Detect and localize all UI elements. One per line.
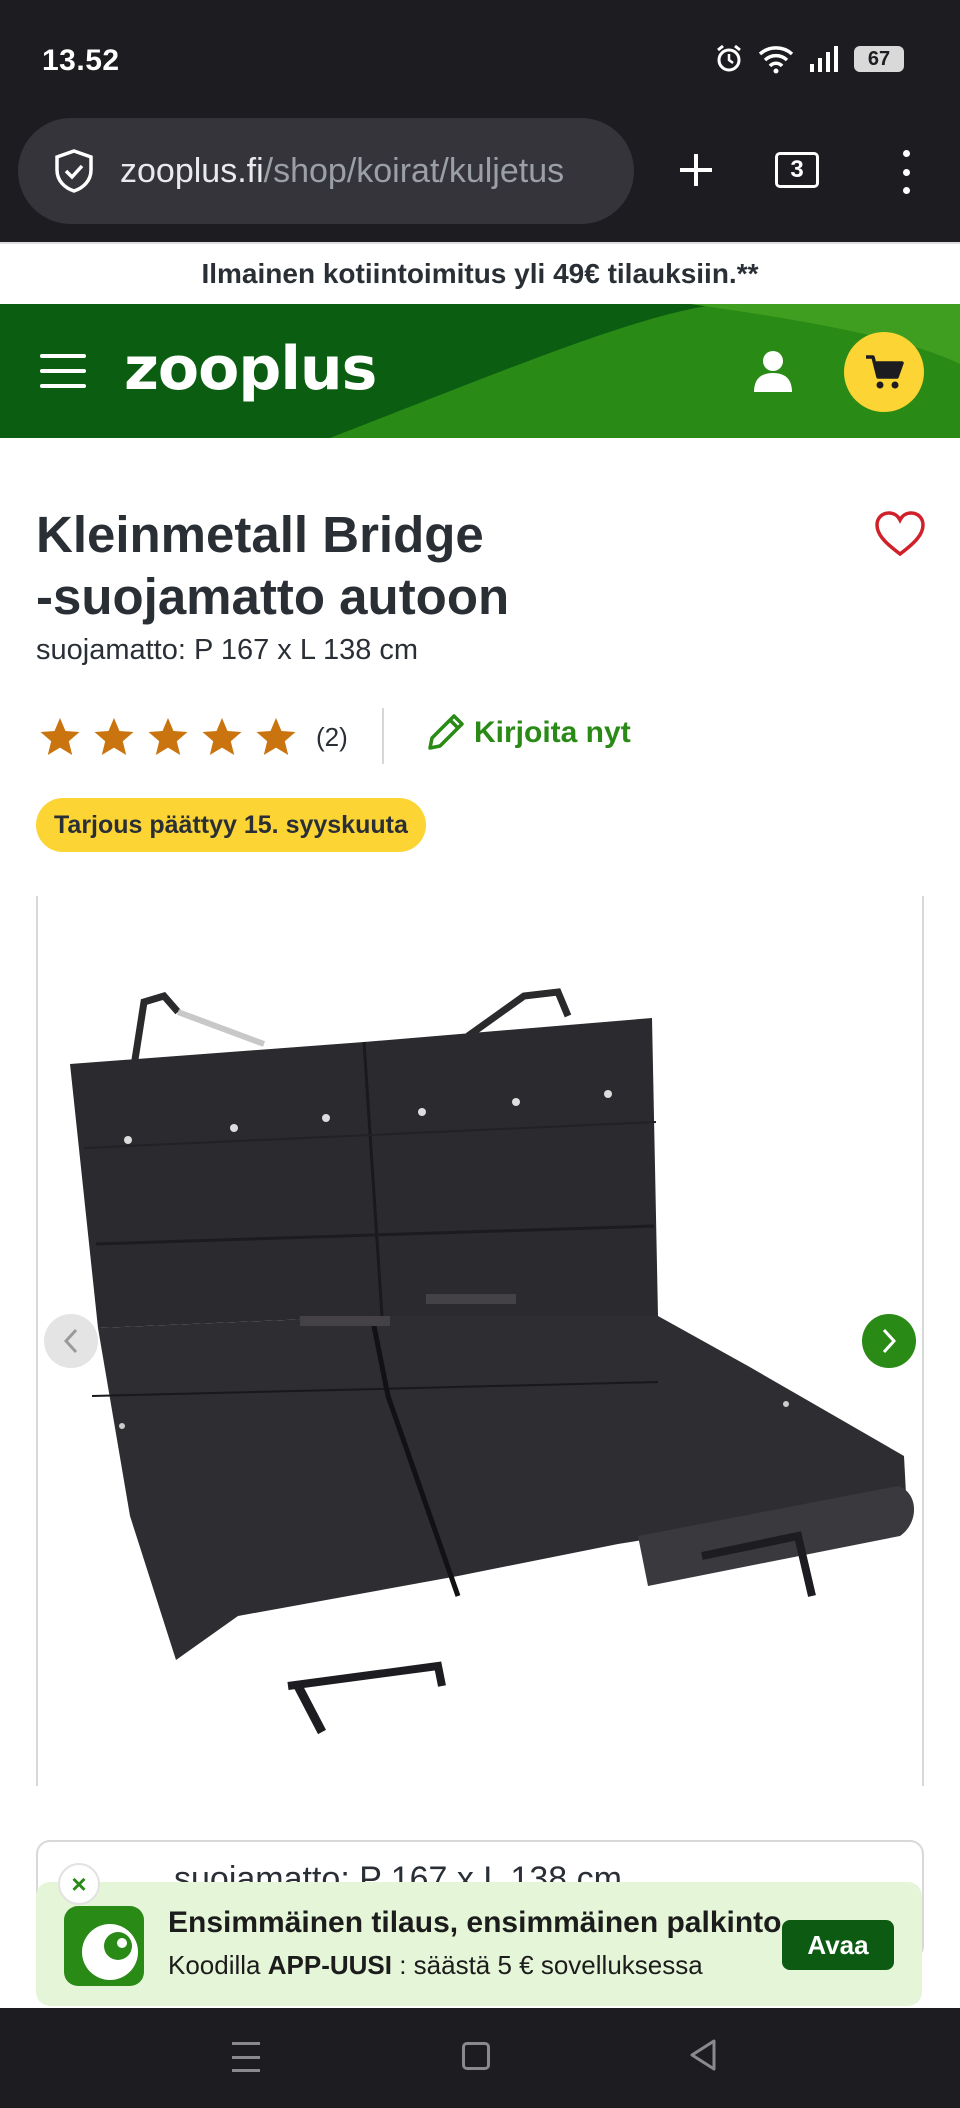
write-review-link[interactable]: Kirjoita nyt	[422, 710, 631, 756]
app-promo-banner[interactable]: Ensimmäinen tilaus, ensimmäinen palkinto…	[36, 1882, 922, 2006]
url-path: /shop/koirat/kuljetus	[263, 151, 565, 190]
user-icon[interactable]	[748, 346, 798, 396]
offer-ends-badge: Tarjous päättyy 15. syyskuuta	[36, 798, 426, 852]
zooplus-logo[interactable]: zooplus	[124, 334, 377, 404]
star-icon	[40, 718, 80, 755]
status-icons: 67	[714, 44, 904, 74]
star-icon	[202, 718, 242, 755]
product-image-gallery[interactable]	[36, 896, 924, 1786]
rating-divider	[382, 708, 384, 764]
wifi-icon	[758, 46, 794, 74]
app-banner-desc-suffix: : säästä 5 € sovelluksessa	[391, 1950, 703, 1980]
product-rating[interactable]: (2)	[38, 712, 348, 762]
cart-icon	[866, 355, 904, 389]
open-app-button[interactable]: Avaa	[782, 1920, 894, 1970]
chevron-right-icon	[882, 1328, 897, 1354]
address-bar[interactable]: zooplus.fi/shop/koirat/kuljetus	[18, 118, 634, 224]
product-image[interactable]	[38, 896, 924, 1786]
url-text[interactable]: zooplus.fi/shop/koirat/kuljetus	[120, 152, 564, 191]
star-icon	[94, 718, 134, 755]
product-title: Kleinmetall Bridge -suojamatto autoon	[36, 504, 656, 628]
battery-indicator: 67	[854, 46, 904, 72]
free-delivery-banner[interactable]: Ilmainen kotiintoimitus yli 49€ tilauksi…	[0, 242, 960, 304]
tabs-button[interactable]: 3	[775, 152, 819, 188]
product-variant-subtitle: suojamatto: P 167 x L 138 cm	[36, 634, 419, 666]
home-icon[interactable]	[462, 2042, 490, 2070]
app-banner-desc-prefix: Koodilla	[168, 1950, 268, 1980]
close-icon[interactable]: ×	[58, 1863, 100, 1905]
write-review-label: Kirjoita nyt	[474, 716, 631, 749]
star-icon	[256, 718, 296, 755]
review-count[interactable]: (2)	[316, 722, 348, 753]
new-tab-button[interactable]	[666, 140, 726, 200]
more-icon[interactable]	[886, 144, 926, 200]
gallery-prev-button[interactable]	[44, 1314, 98, 1368]
menu-icon[interactable]	[40, 354, 86, 388]
alarm-icon	[717, 44, 741, 72]
cart-button[interactable]	[844, 332, 924, 412]
star-icon	[148, 718, 188, 755]
gallery-next-button[interactable]	[862, 1314, 916, 1368]
product-title-line1: Kleinmetall Bridge	[36, 506, 484, 563]
browser-toolbar: zooplus.fi/shop/koirat/kuljetus 3	[0, 118, 960, 242]
recent-apps-icon[interactable]	[232, 2042, 260, 2072]
rating-stars	[38, 716, 298, 758]
url-host: zooplus.fi	[120, 151, 264, 190]
pencil-icon	[428, 714, 464, 750]
shield-icon[interactable]	[50, 147, 98, 195]
signal-icon	[810, 46, 838, 72]
system-nav-bar	[0, 2008, 960, 2108]
promo-code: APP-UUSI	[267, 1950, 392, 1980]
site-header: zooplus	[0, 304, 960, 438]
chevron-left-icon	[63, 1328, 78, 1354]
zooplus-app-logo	[64, 1906, 144, 1986]
plus-icon	[680, 154, 712, 186]
back-icon[interactable]	[688, 2038, 718, 2072]
status-time: 13.52	[42, 44, 120, 77]
app-banner-title: Ensimmäinen tilaus, ensimmäinen palkinto	[168, 1906, 782, 1939]
heart-icon[interactable]	[874, 510, 926, 558]
product-title-line2: -suojamatto autoon	[36, 568, 510, 625]
app-banner-description: Koodilla APP-UUSI : säästä 5 € sovelluks…	[168, 1950, 703, 1981]
status-bar: 13.52 67	[0, 0, 960, 118]
